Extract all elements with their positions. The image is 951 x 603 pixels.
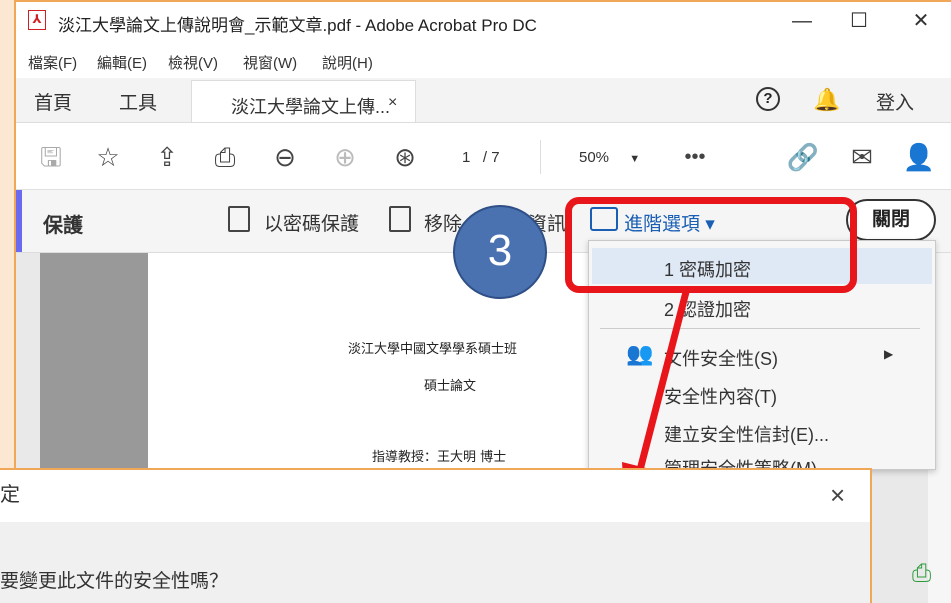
print-production-icon[interactable]: ⎙: [912, 560, 931, 588]
dialog-message: 要變更此文件的安全性嗎？: [0, 571, 229, 592]
dialog-close-icon[interactable]: ×: [830, 480, 845, 511]
dialog-title: 定: [0, 484, 20, 506]
step-number-badge: 3: [453, 205, 547, 299]
